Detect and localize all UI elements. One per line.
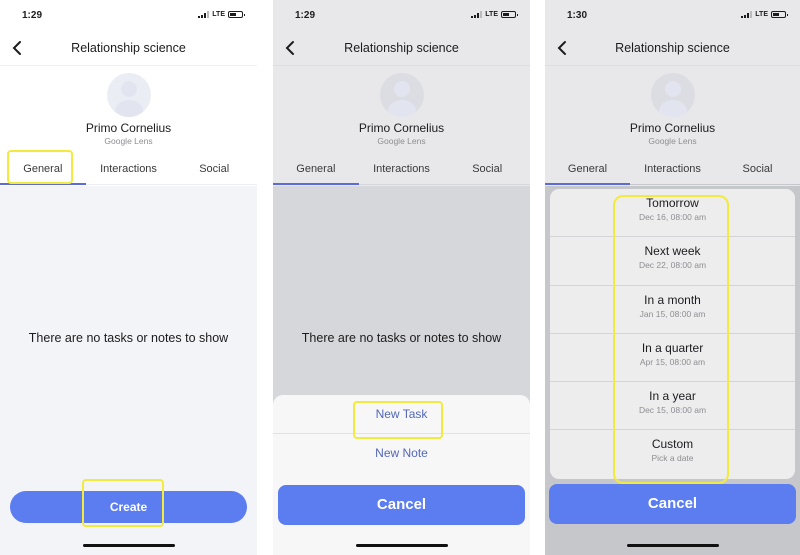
network-label: LTE <box>212 11 225 18</box>
option-in-a-quarter[interactable]: In a quarter Apr 15, 08:00 am <box>550 334 795 383</box>
option-title: In a month <box>644 292 701 307</box>
signal-icon <box>741 11 753 18</box>
network-label: LTE <box>485 11 498 18</box>
empty-state-text: There are no tasks or notes to show <box>28 331 229 345</box>
option-custom[interactable]: Custom Pick a date <box>550 430 795 478</box>
action-sheet: New Task New Note <box>273 395 530 555</box>
tab-interactions[interactable]: Interactions <box>630 155 715 184</box>
tab-interactions[interactable]: Interactions <box>359 155 445 184</box>
option-title: Tomorrow <box>646 196 699 210</box>
option-date: Dec 15, 08:00 am <box>638 405 707 416</box>
home-indicator <box>626 544 719 547</box>
due-date-options: Tomorrow Dec 16, 08:00 am Next week Dec … <box>550 189 795 479</box>
tab-bar: General Interactions Social <box>0 155 257 185</box>
battery-icon <box>501 11 518 18</box>
avatar <box>379 73 424 117</box>
status-time: 1:29 <box>295 10 316 21</box>
network-label: LTE <box>755 11 768 18</box>
page-title: Relationship science <box>615 41 730 55</box>
option-title: Custom <box>651 437 694 452</box>
contact-subtitle: Google Lens <box>104 136 153 146</box>
tab-social[interactable]: Social <box>171 155 257 184</box>
status-bar: 1:30 LTE <box>545 0 800 30</box>
navigation-bar: Relationship science <box>0 30 257 66</box>
tab-bar: General Interactions Social <box>273 155 530 185</box>
avatar <box>650 73 695 117</box>
option-in-a-year[interactable]: In a year Dec 15, 08:00 am <box>550 382 795 431</box>
battery-icon <box>228 11 245 18</box>
option-title: Next week <box>644 244 701 259</box>
screen-general-empty: 1:29 LTE Relationship science Primo Corn… <box>0 0 257 555</box>
content-area: There are no tasks or notes to show Crea… <box>0 186 257 555</box>
option-date: Apr 15, 08:00 am <box>639 356 706 367</box>
tab-general[interactable]: General <box>273 155 359 185</box>
empty-state-text: There are no tasks or notes to show <box>301 331 502 345</box>
signal-icon <box>198 11 210 18</box>
screen-due-date-picker: 1:30 LTE Relationship science Primo Corn… <box>545 0 800 555</box>
cancel-button[interactable]: Cancel <box>278 485 525 525</box>
tab-general[interactable]: General <box>545 155 630 185</box>
cancel-button[interactable]: Cancel <box>549 484 796 524</box>
contact-subtitle: Google Lens <box>377 136 426 146</box>
status-bar: 1:29 LTE <box>273 0 530 30</box>
navigation-bar: Relationship science <box>273 30 530 66</box>
tab-social[interactable]: Social <box>715 155 800 184</box>
option-next-week[interactable]: Next week Dec 22, 08:00 am <box>550 237 795 286</box>
navigation-bar: Relationship science <box>545 30 800 66</box>
contact-name: Primo Cornelius <box>358 121 445 135</box>
home-indicator <box>355 544 448 547</box>
page-title: Relationship science <box>344 41 459 55</box>
signal-icon <box>471 11 483 18</box>
tab-social[interactable]: Social <box>444 155 530 184</box>
option-date: Jan 15, 08:00 am <box>639 308 706 319</box>
battery-icon <box>771 11 788 18</box>
create-button[interactable]: Create <box>10 491 247 523</box>
option-title: In a year <box>649 389 696 404</box>
option-tomorrow[interactable]: Tomorrow Dec 16, 08:00 am <box>550 189 795 238</box>
tab-general[interactable]: General <box>0 155 86 185</box>
contact-name: Primo Cornelius <box>629 121 716 135</box>
status-time: 1:30 <box>567 10 588 21</box>
page-title: Relationship science <box>71 41 186 55</box>
status-bar: 1:29 LTE <box>0 0 257 30</box>
avatar <box>106 73 151 117</box>
status-time: 1:29 <box>22 10 43 21</box>
tab-interactions[interactable]: Interactions <box>86 155 172 184</box>
tab-bar: General Interactions Social <box>545 155 800 185</box>
option-date: Dec 22, 08:00 am <box>638 260 707 271</box>
screen-create-action-sheet: 1:29 LTE Relationship science Primo Corn… <box>273 0 530 555</box>
contact-name: Primo Cornelius <box>85 121 172 135</box>
home-indicator <box>82 544 175 547</box>
option-date: Dec 16, 08:00 am <box>638 212 707 222</box>
option-in-a-month[interactable]: In a month Jan 15, 08:00 am <box>550 286 795 334</box>
option-title: In a quarter <box>641 340 704 355</box>
new-note-option[interactable]: New Note <box>273 434 530 473</box>
option-date: Pick a date <box>651 453 694 464</box>
new-task-option[interactable]: New Task <box>273 395 530 434</box>
contact-subtitle: Google Lens <box>648 136 697 146</box>
